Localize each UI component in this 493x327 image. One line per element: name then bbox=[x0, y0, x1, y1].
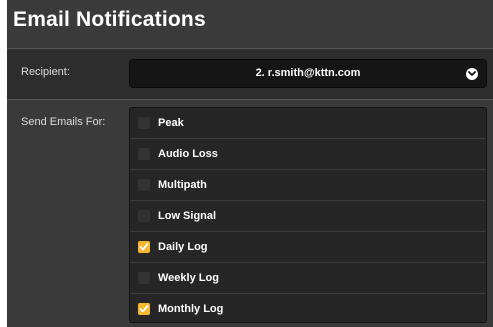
recipient-row: Recipient: 2. r.smith@kttn.com bbox=[7, 49, 493, 99]
checkbox-checked[interactable] bbox=[138, 303, 150, 315]
notification-options-list: Peak Audio Loss Multipath Low Signal Daily L… bbox=[129, 107, 487, 323]
option-row-multipath[interactable]: Multipath bbox=[130, 170, 486, 201]
option-row-low-signal[interactable]: Low Signal bbox=[130, 201, 486, 232]
page-title: Email Notifications bbox=[13, 8, 206, 31]
option-label: Daily Log bbox=[158, 241, 208, 253]
checkbox-unchecked[interactable] bbox=[138, 210, 150, 222]
checkbox-unchecked[interactable] bbox=[138, 179, 150, 191]
option-label: Peak bbox=[158, 117, 184, 129]
checkbox-unchecked[interactable] bbox=[138, 272, 150, 284]
option-label: Multipath bbox=[158, 179, 207, 191]
option-row-audio-loss[interactable]: Audio Loss bbox=[130, 139, 486, 170]
option-row-peak[interactable]: Peak bbox=[130, 108, 486, 139]
send-emails-label: Send Emails For: bbox=[21, 116, 106, 128]
option-label: Weekly Log bbox=[158, 272, 219, 284]
option-row-daily-log[interactable]: Daily Log bbox=[130, 232, 486, 263]
option-label: Audio Loss bbox=[158, 148, 218, 160]
checkbox-unchecked[interactable] bbox=[138, 148, 150, 160]
chevron-down-icon[interactable] bbox=[466, 68, 478, 80]
option-label: Low Signal bbox=[158, 210, 217, 222]
checkbox-checked[interactable] bbox=[138, 241, 150, 253]
email-notifications-panel: Email Notifications Recipient: 2. r.smit… bbox=[7, 0, 493, 327]
recipient-selected-value: 2. r.smith@kttn.com bbox=[255, 67, 361, 79]
recipient-label: Recipient: bbox=[21, 66, 70, 78]
option-label: Monthly Log bbox=[158, 303, 224, 315]
checkbox-unchecked[interactable] bbox=[138, 117, 150, 129]
recipient-select[interactable]: 2. r.smith@kttn.com bbox=[129, 59, 487, 88]
section-divider bbox=[7, 99, 493, 100]
option-row-weekly-log[interactable]: Weekly Log bbox=[130, 263, 486, 294]
option-row-monthly-log[interactable]: Monthly Log bbox=[130, 294, 486, 322]
